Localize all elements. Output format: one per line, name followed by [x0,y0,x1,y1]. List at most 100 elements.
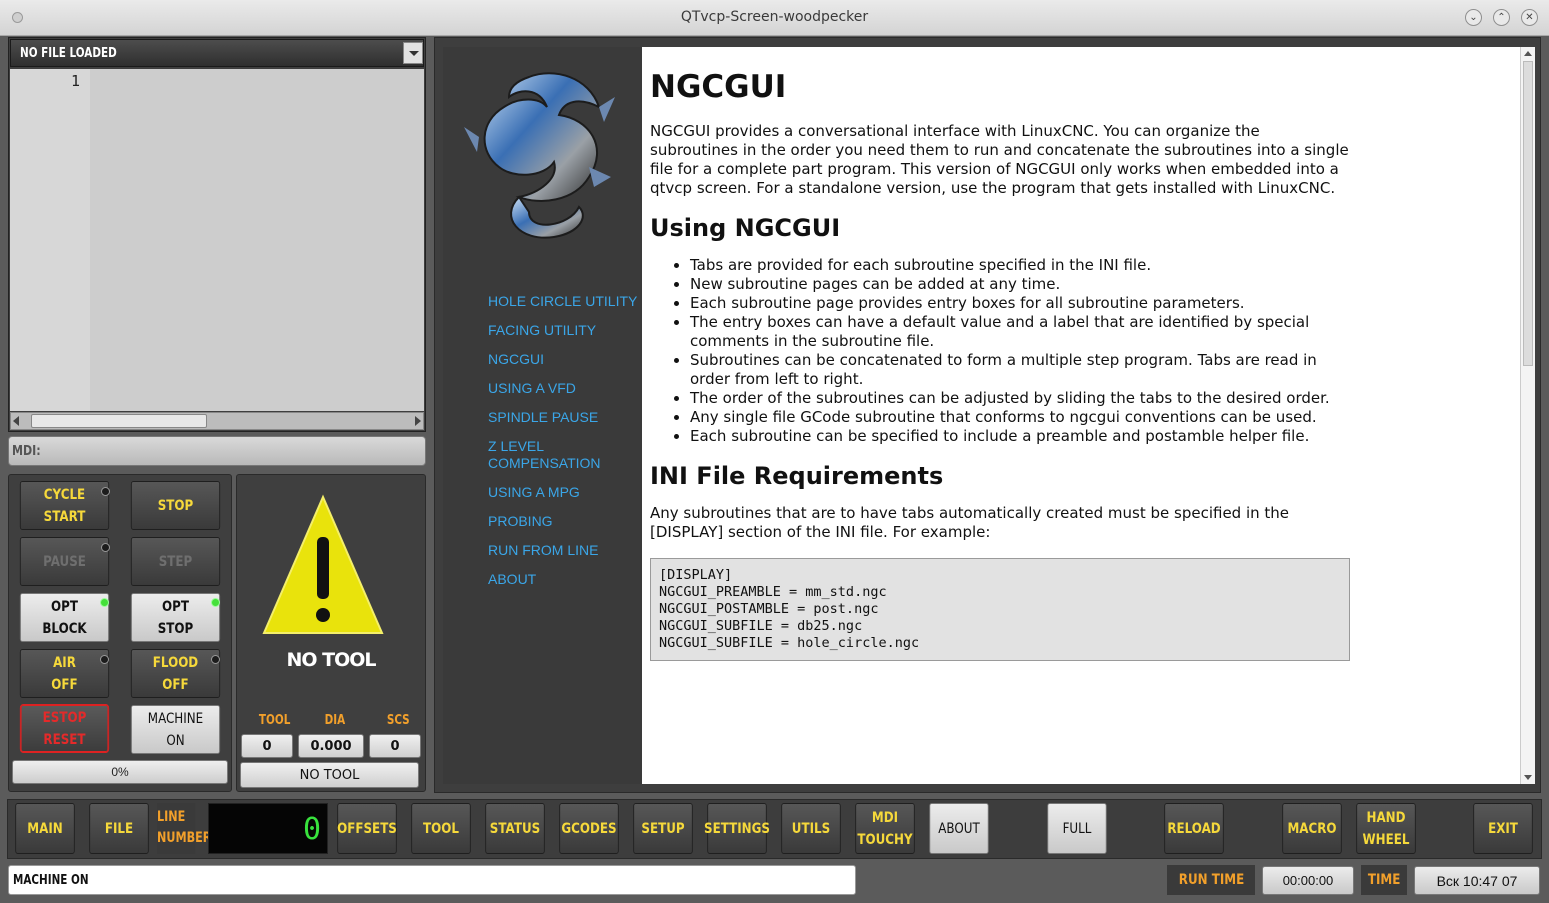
nav-hole-circle-utility[interactable]: HOLE CIRCLE UTILITY [488,293,638,310]
dropdown-button[interactable] [403,42,423,64]
line-number-label-2: NUMBER [157,830,212,846]
nav-z-level-compensation[interactable]: Z LEVEL COMPENSATION [488,438,638,472]
macro-button[interactable]: MACRO [1282,803,1342,854]
status-message: MACHINE ON [13,873,89,888]
opt-stop-button[interactable]: OPT STOP [130,593,221,642]
hand-wheel-label-1: HAND [1366,809,1406,826]
gcode-editor-panel: NO FILE LOADED 1 [8,37,426,432]
line-number-label: LINE NUMBER [157,803,212,854]
exit-button[interactable]: EXIT [1473,803,1533,854]
tab-mdi-touchy[interactable]: MDI TOUCHY [855,803,915,854]
help-nav-list: HOLE CIRCLE UTILITY FACING UTILITY NGCGU… [488,293,638,600]
opt-block-label-2: BLOCK [42,620,87,637]
line-number-display: 0 [208,803,328,854]
gcode-text-area[interactable] [90,69,424,411]
minimize-icon[interactable]: ⌄ [1465,9,1482,26]
opt-stop-label-2: STOP [157,620,194,637]
doc-ini-text: Any subroutines that are to have tabs au… [650,504,1290,541]
pause-led [101,543,110,552]
opt-stop-label-1: OPT [162,598,189,615]
run-time-label: RUN TIME [1167,865,1255,895]
nav-spindle-pause[interactable]: SPINDLE PAUSE [488,409,638,426]
opt-block-button[interactable]: OPT BLOCK [19,593,110,642]
program-progress-bar: 0% [12,760,228,784]
nav-probing[interactable]: PROBING [488,513,638,530]
air-label-2: OFF [51,676,78,693]
estop-label-2: RESET [43,731,86,748]
tab-settings[interactable]: SETTINGS [704,803,770,854]
help-document: NGCGUI NGCGUI provides a conversational … [642,47,1520,784]
doc-intro: NGCGUI provides a conversational interfa… [650,122,1349,197]
tool-scs-value: 0 [369,734,421,758]
maximize-icon[interactable]: ⌃ [1493,9,1510,26]
doc-bullet-list: Tabs are provided for each subroutine sp… [690,256,1350,446]
progress-text: 0% [111,765,129,779]
estop-reset-button[interactable]: ESTOP RESET [19,704,110,753]
tab-main[interactable]: MAIN [15,803,75,854]
scroll-left-icon[interactable] [13,416,19,426]
nav-using-a-vfd[interactable]: USING A VFD [488,380,638,397]
flood-label-2: OFF [162,676,189,693]
chevron-down-icon [409,51,419,56]
horizontal-scrollbar[interactable] [10,412,424,430]
time-label-text: TIME [1367,872,1401,888]
nav-facing-utility[interactable]: FACING UTILITY [488,322,638,339]
nav-using-a-mpg[interactable]: USING A MPG [488,484,638,501]
file-selector[interactable]: NO FILE LOADED [10,39,424,67]
clock-value: Вск 10:47 07 [1414,866,1540,895]
tool-dia-value: 0.000 [298,734,364,758]
nav-ngcgui[interactable]: NGCGUI [488,351,638,368]
opt-block-label-1: OPT [51,598,78,615]
tab-utils[interactable]: UTILS [781,803,841,854]
full-button[interactable]: FULL [1047,803,1107,854]
tab-status[interactable]: STATUS [485,803,545,854]
scroll-down-icon[interactable] [1524,775,1532,780]
run-time-label-text: RUN TIME [1178,872,1244,888]
window-titlebar: QTvcp-Screen-woodpecker ⌄ ⌃ ✕ [0,0,1549,36]
pause-button[interactable]: PAUSE [19,537,110,586]
reload-button[interactable]: RELOAD [1164,803,1224,854]
stop-button[interactable]: STOP [130,481,221,530]
doc-vertical-scrollbar[interactable] [1520,47,1535,784]
file-label: NO FILE LOADED [20,46,117,61]
scs-header: SCS [386,713,410,728]
status-message-field: MACHINE ON [8,865,856,895]
tab-file[interactable]: FILE [89,803,149,854]
hand-wheel-label-2: WHEEL [1362,831,1410,848]
doc-scrollbar-thumb[interactable] [1523,61,1533,366]
tab-tool[interactable]: TOOL [411,803,471,854]
air-label-1: AIR [53,654,76,671]
nav-about[interactable]: ABOUT [488,571,638,588]
scroll-up-icon[interactable] [1524,51,1532,56]
tool-number-value: 0 [241,734,293,758]
doc-bullet: Each subroutine can be specified to incl… [690,427,1350,446]
doc-bullet: The entry boxes can have a default value… [690,313,1350,351]
hand-wheel-button[interactable]: HAND WHEEL [1356,803,1416,854]
time-label: TIME [1361,865,1407,895]
nav-run-from-line[interactable]: RUN FROM LINE [488,542,638,559]
run-time-value: 00:00:00 [1262,866,1354,895]
doc-title: NGCGUI [650,69,787,105]
scrollbar-thumb[interactable] [31,414,207,428]
tab-setup[interactable]: SETUP [633,803,693,854]
cycle-start-button[interactable]: CYCLE START [19,481,110,530]
step-button[interactable]: STEP [130,537,221,586]
tab-gcodes[interactable]: GCODES [559,803,619,854]
air-button[interactable]: AIR OFF [19,649,110,698]
flood-label-1: FLOOD [152,654,199,671]
estop-label-1: ESTOP [42,709,87,726]
doc-bullet: Subroutines can be concatenated to form … [690,351,1350,389]
flood-led [211,655,220,664]
close-icon[interactable]: ✕ [1521,9,1538,26]
air-led [100,655,109,664]
doc-bullet: Tabs are provided for each subroutine sp… [690,256,1350,275]
dragon-logo-icon [464,72,615,239]
tab-about[interactable]: ABOUT [929,803,989,854]
scroll-right-icon[interactable] [415,416,421,426]
mdi-input[interactable]: MDI: [8,436,426,466]
machine-on-button[interactable]: MACHINE ON [130,705,221,754]
doc-bullet: Any single file GCode subroutine that co… [690,408,1350,427]
flood-button[interactable]: FLOOD OFF [130,649,221,698]
cycle-start-led [101,487,110,496]
tab-offsets[interactable]: OFFSETS [337,803,397,854]
